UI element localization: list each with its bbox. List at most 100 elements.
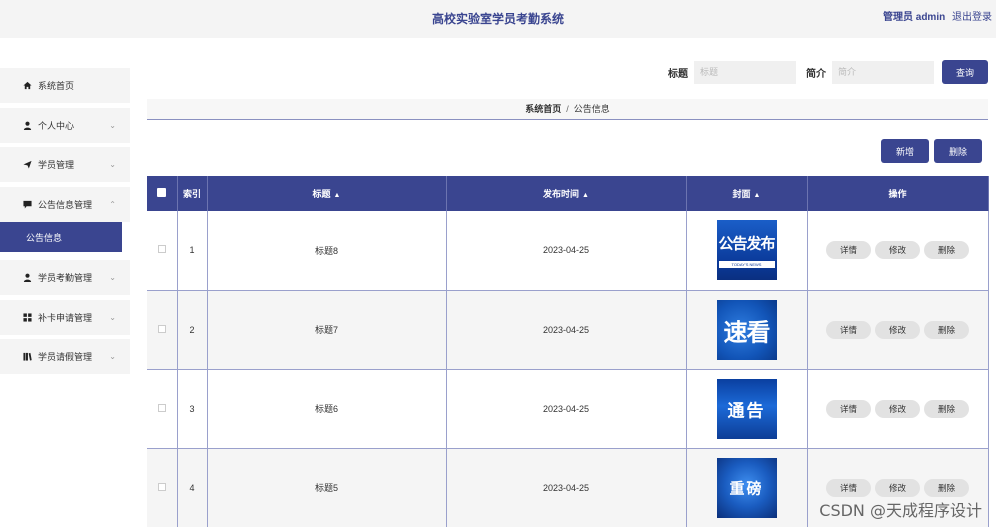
delete-button[interactable]: 删除 (924, 399, 969, 418)
cover-text: 通告 (727, 401, 766, 421)
sidebar-item-notice-management[interactable]: 公告信息管理 ⌃ (0, 186, 130, 222)
detail-button[interactable]: 详情 (826, 241, 871, 260)
message-icon (22, 199, 32, 209)
row-date: 2023-04-25 (446, 211, 687, 291)
column-header-actions: 操作 (807, 176, 989, 211)
row-checkbox[interactable] (157, 482, 166, 491)
table-row: 1 标题8 2023-04-25 公告发布 TODAY'S NEWS 详情 修改删… (147, 211, 989, 291)
column-header-title[interactable]: 标题 ▲︎ (207, 176, 447, 211)
summary-search-input[interactable] (832, 60, 934, 84)
row-index: 3 (177, 369, 208, 449)
row-checkbox[interactable] (157, 245, 166, 254)
add-button[interactable]: 新增 (881, 139, 929, 163)
sidebar-item-makeup-management[interactable]: 补卡申请管理 ⌄ (0, 299, 130, 335)
row-actions: 详情 修改 删除 (807, 369, 989, 449)
row-date: 2023-04-25 (446, 448, 687, 527)
row-index: 1 (177, 211, 208, 291)
row-index: 4 (177, 448, 208, 527)
detail-button[interactable]: 详情 (826, 478, 871, 497)
row-cover-cell: 重磅 (686, 448, 808, 527)
row-select-cell[interactable] (147, 290, 178, 370)
table-header-row: 索引 标题 ▲︎ 发布时间 ▲︎ 封面 ▲︎ 操作 (147, 176, 989, 211)
title-search-label: 标题 (668, 68, 688, 80)
cover-text: 速看 (723, 318, 771, 346)
user-icon (22, 120, 32, 130)
edit-button[interactable]: 修改 (875, 320, 920, 339)
edit-button[interactable]: 修改 (875, 399, 920, 418)
table-row: 3 标题6 2023-04-25 通告 详情 修改 删除 (147, 369, 989, 449)
edit-button[interactable]: 修改 (875, 241, 920, 260)
row-checkbox[interactable] (157, 324, 166, 333)
logout-link[interactable]: 退出登录 (952, 12, 992, 23)
cover-subtext: TODAY'S NEWS (718, 261, 775, 269)
row-actions: 详情 修改 删除 (807, 290, 989, 370)
sidebar-item-label: 学员管理 (38, 160, 75, 170)
row-cover-cell: 通告 (686, 369, 808, 449)
sidebar-item-label: 个人中心 (38, 120, 75, 131)
sidebar-item-label: 公告信息管理 (38, 199, 93, 210)
sort-icon[interactable]: ▲︎ (754, 192, 761, 199)
row-title: 标题7 (207, 290, 447, 370)
chevron-down-icon: ⌄ (109, 120, 116, 130)
detail-button[interactable]: 详情 (826, 399, 871, 418)
row-cover-cell: 速看 (686, 290, 808, 370)
breadcrumb-home[interactable]: 系统首页 (525, 104, 561, 114)
sidebar-item-student-management[interactable]: 学员管理 ⌄ (0, 147, 130, 182)
sidebar-item-label: 补卡申请管理 (38, 312, 93, 323)
row-title: 标题6 (207, 369, 447, 449)
row-date: 2023-04-25 (446, 290, 687, 370)
sidebar-subitem-notice-info[interactable]: 公告信息 (0, 222, 122, 252)
summary-search-label: 简介 (806, 68, 826, 80)
select-all-header[interactable] (147, 176, 178, 211)
sort-icon[interactable]: ▲︎ (582, 192, 589, 199)
cover-image[interactable]: 速看 (716, 299, 777, 360)
sidebar-item-label: 系统首页 (38, 81, 75, 91)
row-index: 2 (177, 290, 208, 370)
cover-image[interactable]: 重磅 (716, 457, 777, 518)
grid-icon (22, 312, 32, 322)
row-title: 标题5 (207, 448, 447, 527)
book-icon (22, 352, 32, 362)
cover-text: 公告发布 (718, 234, 775, 253)
column-header-index: 索引 (177, 176, 208, 211)
top-bar: 高校实验室学员考勤系统 管理员 admin 退出登录 (0, 0, 996, 38)
delete-button[interactable]: 删除 (924, 241, 969, 260)
row-select-cell[interactable] (147, 448, 178, 527)
sort-icon[interactable]: ▲︎ (334, 192, 341, 199)
chevron-down-icon: ⌄ (109, 352, 116, 361)
chevron-down-icon: ⌄ (109, 273, 116, 282)
row-select-cell[interactable] (147, 369, 178, 449)
user-box: 管理员 admin 退出登录 (879, 8, 992, 23)
sidebar-item-label: 学员考勤管理 (38, 273, 93, 283)
column-header-date[interactable]: 发布时间 ▲︎ (446, 176, 687, 211)
delete-button[interactable]: 删除 (924, 320, 969, 339)
chevron-down-icon: ⌄ (109, 312, 116, 322)
row-title: 标题8 (207, 211, 447, 291)
cover-text: 重磅 (729, 479, 764, 497)
sidebar: 系统首页 个人中心 ⌄ 学员管理 ⌄ 公告信息管理 ⌃ 公告信息 学员考勤管理 … (0, 68, 130, 379)
sidebar-item-leave-management[interactable]: 学员请假管理 ⌄ (0, 339, 130, 374)
detail-button[interactable]: 详情 (826, 320, 871, 339)
batch-delete-button[interactable]: 删除 (934, 139, 982, 163)
row-checkbox[interactable] (157, 403, 166, 412)
user-label: 管理员 admin (882, 12, 946, 23)
cover-image[interactable]: 通告 (716, 378, 777, 439)
sidebar-item-label: 学员请假管理 (38, 352, 93, 362)
sidebar-item-attendance-management[interactable]: 学员考勤管理 ⌄ (0, 260, 130, 295)
edit-button[interactable]: 修改 (875, 478, 920, 497)
breadcrumb-current: 公告信息 (573, 104, 610, 114)
title-search-input[interactable] (694, 60, 796, 84)
sidebar-item-home[interactable]: 系统首页 (0, 68, 130, 103)
row-select-cell[interactable] (147, 211, 178, 291)
search-button[interactable]: 查询 (942, 60, 988, 84)
watermark: CSDN @天成程序设计 (819, 501, 982, 520)
chevron-up-icon: ⌃ (109, 199, 116, 209)
app-title: 高校实验室学员考勤系统 (431, 12, 564, 26)
row-date: 2023-04-25 (446, 369, 687, 449)
cover-image[interactable]: 公告发布 TODAY'S NEWS (716, 220, 777, 281)
sidebar-item-personal-center[interactable]: 个人中心 ⌄ (0, 107, 130, 143)
select-all-checkbox[interactable] (157, 188, 167, 197)
column-header-cover[interactable]: 封面 ▲︎ (686, 176, 808, 211)
delete-button[interactable]: 删除 (924, 478, 969, 497)
notice-table: 索引 标题 ▲︎ 发布时间 ▲︎ 封面 ▲︎ 操作 1 标题8 2023-04-25 … (147, 176, 989, 527)
